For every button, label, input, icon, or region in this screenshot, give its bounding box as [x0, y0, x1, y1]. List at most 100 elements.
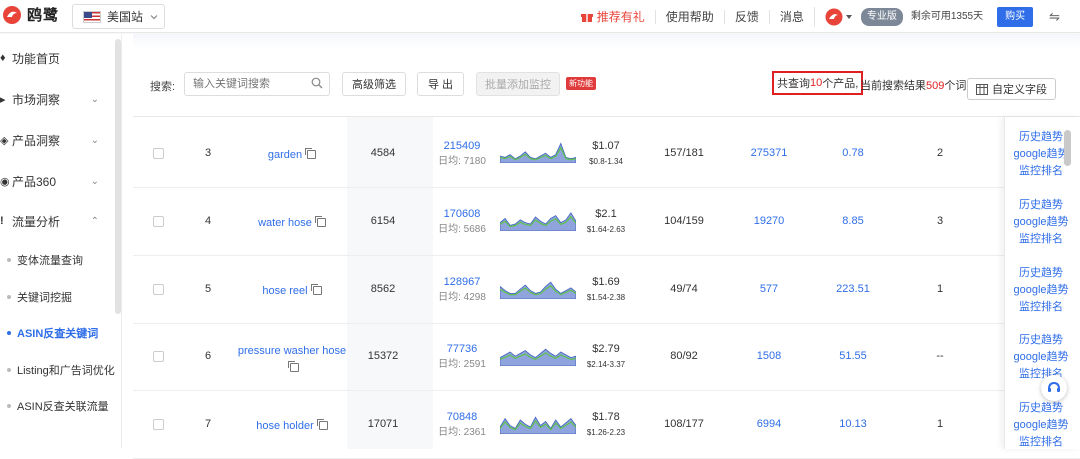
- ratio-link[interactable]: 0.78: [819, 147, 887, 159]
- search-volume-value[interactable]: 170608: [431, 207, 493, 222]
- monitor-rank-link[interactable]: 监控排名: [1005, 231, 1077, 248]
- product-count-link[interactable]: 19270: [739, 215, 799, 227]
- product-count-link[interactable]: 577: [739, 283, 799, 295]
- logo[interactable]: 鸥鹭: [2, 4, 59, 25]
- keyword-text[interactable]: pressure washer hose: [238, 345, 346, 357]
- history-trend-link[interactable]: 历史趋势: [1005, 197, 1077, 214]
- monitor-rank-link[interactable]: 监控排名: [1005, 434, 1077, 451]
- google-trend-link[interactable]: google趋势: [1005, 282, 1077, 299]
- keyword-text[interactable]: water hose: [258, 217, 312, 229]
- site-selector[interactable]: 美国站: [72, 4, 165, 29]
- search-volume-value[interactable]: 77736: [431, 342, 493, 357]
- keyword-text[interactable]: hose holder: [256, 420, 314, 432]
- row-checkbox[interactable]: [153, 419, 164, 430]
- rank-value: 4584: [370, 147, 396, 159]
- search-volume: 170608 日均: 5686: [431, 207, 493, 237]
- copy-icon[interactable]: [288, 361, 299, 372]
- rank-value: 17071: [367, 418, 399, 430]
- table-scrollbar[interactable]: [1064, 130, 1071, 166]
- row-checkbox[interactable]: [153, 148, 164, 159]
- trend-sparkline[interactable]: [500, 141, 576, 163]
- help-link[interactable]: 使用帮助: [654, 9, 724, 24]
- sidebar-item-product[interactable]: ◈ 产品洞察 ⌄: [0, 122, 115, 158]
- buy-button[interactable]: 购买: [997, 6, 1034, 27]
- row-actions: 历史趋势 google趋势 监控排名: [1005, 265, 1077, 316]
- feedback-link[interactable]: 反馈: [723, 9, 769, 24]
- search-volume-value[interactable]: 128967: [431, 275, 493, 290]
- ratio-link[interactable]: 51.55: [819, 350, 887, 362]
- search-volume-value[interactable]: 215409: [431, 139, 493, 154]
- sidebar-subitem-asin-reverse[interactable]: ASIN反查关键词: [0, 315, 115, 351]
- row-actions: 历史趋势 google趋势 监控排名: [1005, 332, 1077, 383]
- advanced-filter-button[interactable]: 高级筛选: [342, 72, 406, 96]
- keyword-text[interactable]: hose reel: [262, 285, 307, 297]
- copy-icon[interactable]: [305, 148, 317, 159]
- search-icon[interactable]: [311, 77, 323, 89]
- bullet-icon: [7, 368, 11, 372]
- keyword-text[interactable]: garden: [268, 149, 302, 161]
- keyword-link[interactable]: pressure washer hose: [229, 343, 355, 377]
- search-volume-value[interactable]: 70848: [431, 410, 493, 425]
- trend-sparkline[interactable]: [500, 412, 576, 434]
- message-link[interactable]: 消息: [768, 9, 814, 24]
- history-trend-link[interactable]: 历史趋势: [1005, 265, 1077, 282]
- trend-sparkline[interactable]: [500, 277, 576, 299]
- monitor-rank-link[interactable]: 监控排名: [1005, 299, 1077, 316]
- product-count-link[interactable]: 1508: [739, 350, 799, 362]
- history-trend-link[interactable]: 历史趋势: [1005, 332, 1077, 349]
- trend-sparkline[interactable]: [500, 344, 576, 366]
- search-label: 搜索:: [150, 81, 176, 93]
- chat-button[interactable]: [1041, 375, 1067, 401]
- sidebar-item-label: 市场洞察: [12, 92, 61, 107]
- ratio-link[interactable]: 10.13: [819, 418, 887, 430]
- history-trend-link[interactable]: 历史趋势: [1005, 400, 1077, 417]
- sidebar-subitem-listing[interactable]: Listing和广告词优化: [0, 352, 115, 388]
- product-count-box: 共查询 10 个产品,: [772, 71, 864, 95]
- sidebar-subitem-keyword-mining[interactable]: 关键词挖掘: [0, 279, 115, 315]
- trend-sparkline[interactable]: [500, 209, 576, 231]
- row-index: 4: [204, 215, 212, 227]
- ratio-link[interactable]: 8.85: [819, 215, 887, 227]
- keyword-link[interactable]: water hose: [229, 215, 355, 232]
- sidebar-subitem-asin-traffic[interactable]: ASIN反查关联流量: [0, 388, 115, 424]
- gift-icon: [580, 13, 593, 22]
- copy-icon[interactable]: [310, 284, 322, 295]
- sidebar-item-home[interactable]: ♦ 功能首页: [0, 40, 115, 76]
- user-menu[interactable]: 专业版 剩余可用1355天 购买 ⇋: [813, 6, 1080, 27]
- search-volume: 70848 日均: 2361: [431, 410, 493, 440]
- search-input[interactable]: [184, 72, 330, 96]
- sidebar-item-product360[interactable]: ◉ 产品360 ⌄: [0, 163, 115, 199]
- recommend-label: 推荐有礼: [596, 9, 645, 24]
- sidebar-subitem-variant[interactable]: 变体流量查询: [0, 242, 115, 278]
- sidebar-item-market[interactable]: ▸ 市场洞察 ⌄: [0, 81, 115, 117]
- logout-icon[interactable]: ⇋: [1049, 9, 1060, 24]
- google-trend-link[interactable]: google趋势: [1005, 349, 1077, 366]
- keyword-link[interactable]: garden: [229, 147, 355, 164]
- product-count-link[interactable]: 6994: [739, 418, 799, 430]
- export-button[interactable]: 导 出: [417, 72, 464, 96]
- row-checkbox[interactable]: [153, 284, 164, 295]
- google-trend-link[interactable]: google趋势: [1005, 214, 1077, 231]
- custom-fields-label: 自定义字段: [992, 84, 1047, 96]
- sidebar-item-traffic[interactable]: ! 流量分析 ⌃: [0, 203, 115, 239]
- row-index: 3: [204, 147, 212, 159]
- custom-fields-button[interactable]: 自定义字段: [967, 78, 1056, 100]
- batch-monitor-button[interactable]: 批量添加监控: [476, 72, 560, 96]
- row-checkbox[interactable]: [153, 351, 164, 362]
- ratio-link[interactable]: 223.51: [819, 283, 887, 295]
- top-bar-right: 推荐有礼 使用帮助 反馈 消息 专业版 剩余可用1355天 购买 ⇋: [571, 0, 1080, 33]
- row-checkbox[interactable]: [153, 216, 164, 227]
- product-icon: ◈: [0, 134, 9, 147]
- daily-average: 日均: 5686: [438, 224, 486, 235]
- copy-icon[interactable]: [316, 419, 328, 430]
- sidebar-scrollbar[interactable]: [115, 39, 121, 314]
- product-count-link[interactable]: 275371: [739, 147, 799, 159]
- recommend-link[interactable]: 推荐有礼: [571, 10, 655, 24]
- sidebar-item-label: 流量分析: [12, 214, 61, 229]
- monitor-rank-link[interactable]: 监控排名: [1005, 366, 1077, 383]
- keyword-link[interactable]: hose reel: [229, 283, 355, 300]
- copy-icon[interactable]: [314, 216, 326, 227]
- google-trend-link[interactable]: google趋势: [1005, 417, 1077, 434]
- sparkline-area: [500, 142, 576, 163]
- keyword-link[interactable]: hose holder: [229, 418, 355, 435]
